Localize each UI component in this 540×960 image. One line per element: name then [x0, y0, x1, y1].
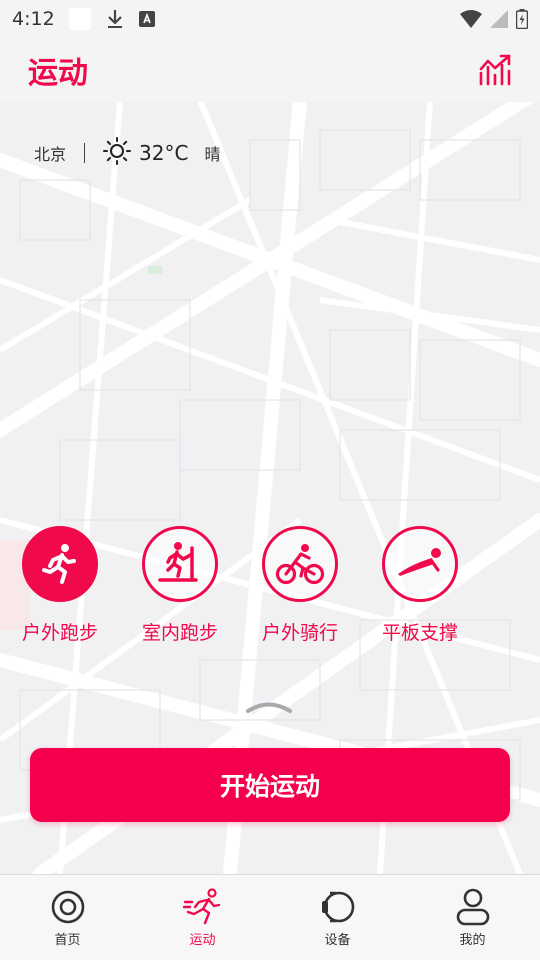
- app-header: 运动: [0, 38, 540, 102]
- bottom-navigation: 首页 运动 设备 我的: [0, 874, 540, 960]
- sport-indoor-run[interactable]: 室内跑步: [120, 526, 240, 645]
- weather-city: 北京: [34, 145, 67, 164]
- weather-condition: 晴: [204, 145, 221, 164]
- download-icon: [105, 9, 125, 29]
- statistics-chart-icon[interactable]: [478, 53, 512, 87]
- nav-item-device[interactable]: 设备: [270, 875, 405, 960]
- status-bar: 4:12: [0, 0, 540, 38]
- bicycle-icon[interactable]: [262, 526, 338, 602]
- status-time: 4:12: [12, 8, 55, 30]
- plank-icon[interactable]: [382, 526, 458, 602]
- battery-icon: [516, 9, 528, 29]
- outdoor-run-icon[interactable]: [22, 526, 98, 602]
- weather-info: 北京 32°C 晴: [34, 136, 220, 170]
- home-icon: [48, 887, 88, 927]
- profile-icon: [453, 887, 493, 927]
- signal-icon: [490, 10, 508, 28]
- nav-label: 运动: [189, 933, 216, 948]
- nav-label: 首页: [54, 933, 81, 948]
- nav-item-home[interactable]: 首页: [0, 875, 135, 960]
- sport-label: 平板支撑: [381, 622, 458, 644]
- status-indicators: [460, 9, 528, 29]
- nav-item-sport[interactable]: 运动: [135, 875, 270, 960]
- sport-label: 户外跑步: [21, 622, 98, 644]
- sport-label: 户外骑行: [261, 622, 338, 644]
- chevron-up-icon[interactable]: [244, 696, 294, 716]
- wifi-icon: [460, 10, 482, 28]
- sport-outdoor-cycle[interactable]: 户外骑行: [240, 526, 360, 645]
- watch-icon: [318, 887, 358, 927]
- sport-icon: [182, 887, 223, 927]
- weather-temperature: 32°C: [139, 141, 189, 165]
- treadmill-icon[interactable]: [142, 526, 218, 602]
- sport-label: 室内跑步: [141, 622, 218, 644]
- sun-icon: [103, 137, 132, 169]
- weather-divider: [84, 143, 86, 163]
- nav-label: 设备: [324, 933, 351, 948]
- page-title: 运动: [28, 56, 88, 91]
- nav-label: 我的: [459, 933, 486, 948]
- sport-type-selector: 户外跑步 室内跑步 户外骑行 平板支撑: [0, 526, 540, 645]
- keyboard-a-icon: [137, 9, 157, 29]
- sport-outdoor-run[interactable]: 户外跑步: [0, 526, 120, 645]
- start-workout-button[interactable]: 开始运动: [30, 748, 510, 822]
- sport-plank[interactable]: 平板支撑: [360, 526, 480, 645]
- notification-placeholder-icon: [68, 8, 91, 30]
- nav-item-profile[interactable]: 我的: [405, 875, 540, 960]
